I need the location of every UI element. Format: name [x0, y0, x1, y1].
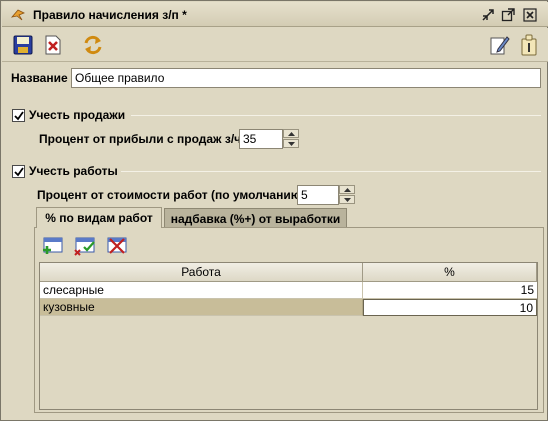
- works-percent-label: Процент от стоимости работ (по умолчанию…: [37, 188, 305, 202]
- cell-percent[interactable]: 10: [363, 299, 537, 316]
- edit-row-icon[interactable]: [73, 235, 97, 257]
- works-checkbox-label: Учесть работы: [29, 164, 118, 178]
- rule-window: Правило начисления з/п * Название Общее …: [0, 0, 548, 421]
- tab-output-bonus[interactable]: надбавка (%+) от выработки: [164, 208, 347, 229]
- works-percent-input[interactable]: [297, 185, 339, 205]
- sales-percent-label: Процент от прибыли с продаж з/ч: [39, 132, 242, 146]
- close-icon[interactable]: [523, 8, 537, 22]
- works-divider: [121, 171, 541, 172]
- spin-down-icon[interactable]: [339, 195, 355, 204]
- work-percent-table: Работа % слесарные 15 кузовные 10: [39, 262, 538, 410]
- sales-checkbox[interactable]: [12, 109, 25, 122]
- maximize-icon[interactable]: [501, 8, 515, 22]
- minimize-icon[interactable]: [481, 8, 495, 22]
- window-title: Правило начисления з/п *: [33, 8, 187, 22]
- sales-divider: [131, 115, 541, 116]
- works-checkbox[interactable]: [12, 165, 25, 178]
- cell-work[interactable]: кузовные: [40, 299, 363, 316]
- table-row-selected[interactable]: кузовные 10: [40, 299, 537, 316]
- app-icon: [10, 9, 25, 21]
- works-percent-spinner[interactable]: [339, 185, 355, 205]
- spin-down-icon[interactable]: [283, 139, 299, 148]
- save-icon[interactable]: [11, 33, 35, 57]
- sales-checkbox-label: Учесть продажи: [29, 108, 126, 122]
- name-input[interactable]: [71, 68, 541, 88]
- spin-up-icon[interactable]: [339, 185, 355, 194]
- title-bar[interactable]: Правило начисления з/п *: [2, 2, 548, 27]
- refresh-icon[interactable]: [81, 33, 105, 57]
- name-label: Название: [11, 71, 68, 85]
- add-row-icon[interactable]: [41, 235, 65, 257]
- table-row[interactable]: слесарные 15: [40, 282, 537, 299]
- cell-work[interactable]: слесарные: [40, 282, 363, 299]
- toolbar: [2, 28, 548, 62]
- close-doc-icon[interactable]: [41, 33, 65, 57]
- spin-up-icon[interactable]: [283, 129, 299, 138]
- column-header-work[interactable]: Работа: [40, 263, 363, 282]
- info-icon[interactable]: [517, 33, 541, 57]
- tab-work-types[interactable]: % по видам работ: [36, 207, 162, 228]
- delete-row-icon[interactable]: [105, 235, 129, 257]
- sales-percent-spinner[interactable]: [283, 129, 299, 149]
- column-header-percent[interactable]: %: [363, 263, 537, 282]
- cell-percent[interactable]: 15: [363, 282, 537, 299]
- edit-icon[interactable]: [488, 33, 512, 57]
- sales-percent-input[interactable]: [239, 129, 283, 149]
